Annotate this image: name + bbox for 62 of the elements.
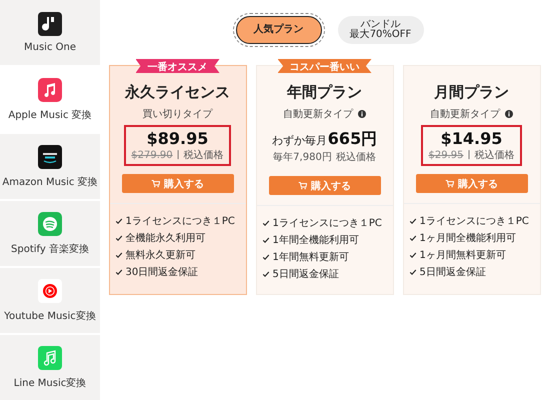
- info-icon: [358, 110, 366, 118]
- price: 665円: [328, 129, 378, 150]
- plan-type: 自動更新タイプ: [283, 108, 353, 121]
- price-prefix: わずか毎月: [272, 133, 327, 148]
- old-price: $279.90: [131, 150, 173, 160]
- feature-text: 無料永久更新可: [126, 248, 196, 262]
- feature-text: 1ライセンスにつき１PC: [420, 215, 529, 228]
- feature-text: 1年間全機能利用可: [272, 234, 359, 247]
- feature-text: 5日間返金保証: [420, 266, 486, 279]
- plan-tab[interactable]: 人気プラン: [236, 16, 322, 44]
- check-icon: [114, 234, 122, 242]
- plan-title: 永久ライセンス: [125, 83, 230, 102]
- check-icon: [262, 253, 270, 261]
- check-icon: [114, 268, 122, 276]
- check-icon: [262, 219, 270, 227]
- music-note-icon: [38, 346, 62, 370]
- ribbon-badge: コスパー番いい: [278, 59, 372, 73]
- sidebar-item[interactable]: Spotify 音楽変換: [0, 201, 100, 266]
- check-icon: [262, 236, 270, 244]
- cart-icon: [151, 179, 160, 188]
- cart-icon: [298, 181, 307, 190]
- price: $89.95: [146, 129, 208, 148]
- music-note-icon: [38, 78, 62, 102]
- check-icon: [408, 234, 416, 242]
- plan-title: 年間プラン: [287, 83, 362, 102]
- sidebar-item[interactable]: Music One: [0, 0, 100, 65]
- feature-text: 5日間返金保証: [272, 268, 339, 281]
- plan-type: 買い切りタイプ: [142, 108, 212, 121]
- tax-note: 税込価格: [184, 148, 224, 162]
- feature-text: 1ヶ月間全機能利用可: [420, 232, 516, 245]
- tax-note: 税込価格: [474, 148, 515, 162]
- price: $14.95: [440, 129, 502, 148]
- check-icon: [408, 251, 416, 259]
- feature-text: 1ヶ月間無料更新可: [420, 248, 506, 262]
- play-icon: [38, 278, 62, 302]
- feature-text: 1ライセンスにつき１PC: [272, 217, 382, 230]
- sidebar-item[interactable]: Line Music変換: [0, 335, 100, 400]
- sidebar-item[interactable]: Youtube Music変換: [0, 268, 100, 333]
- ribbon-badge: 一番オススメ: [136, 59, 220, 73]
- check-icon: [114, 217, 122, 225]
- old-price: $29.95: [428, 150, 464, 160]
- smile-logo-icon: [38, 144, 62, 168]
- sidebar-item[interactable]: Amazon Music 変換: [0, 134, 100, 199]
- spotify-icon: [38, 212, 62, 236]
- cart-icon: [445, 179, 454, 188]
- check-icon: [408, 217, 416, 225]
- plan-title: 月間プラン: [434, 83, 509, 102]
- separator: |: [176, 150, 180, 160]
- separator: |: [467, 150, 471, 160]
- check-icon: [408, 268, 416, 276]
- plan-tab[interactable]: バンドル 最大70%OFF: [338, 16, 424, 44]
- feature-text: 1ライセンスにつき１PC: [126, 215, 235, 228]
- feature-text: 1年間無料更新可: [272, 250, 349, 264]
- yearly-price: 毎年7,980円: [273, 151, 332, 164]
- feature-text: 30日間返金保証: [126, 266, 198, 279]
- check-icon: [262, 270, 270, 278]
- check-icon: [114, 251, 122, 259]
- feature-text: 全機能永久利用可: [126, 232, 206, 245]
- tax-note: 税込価格: [336, 150, 376, 164]
- music-note-icon: [38, 12, 62, 36]
- info-icon: [505, 110, 513, 118]
- plan-type: 自動更新タイプ: [430, 108, 500, 121]
